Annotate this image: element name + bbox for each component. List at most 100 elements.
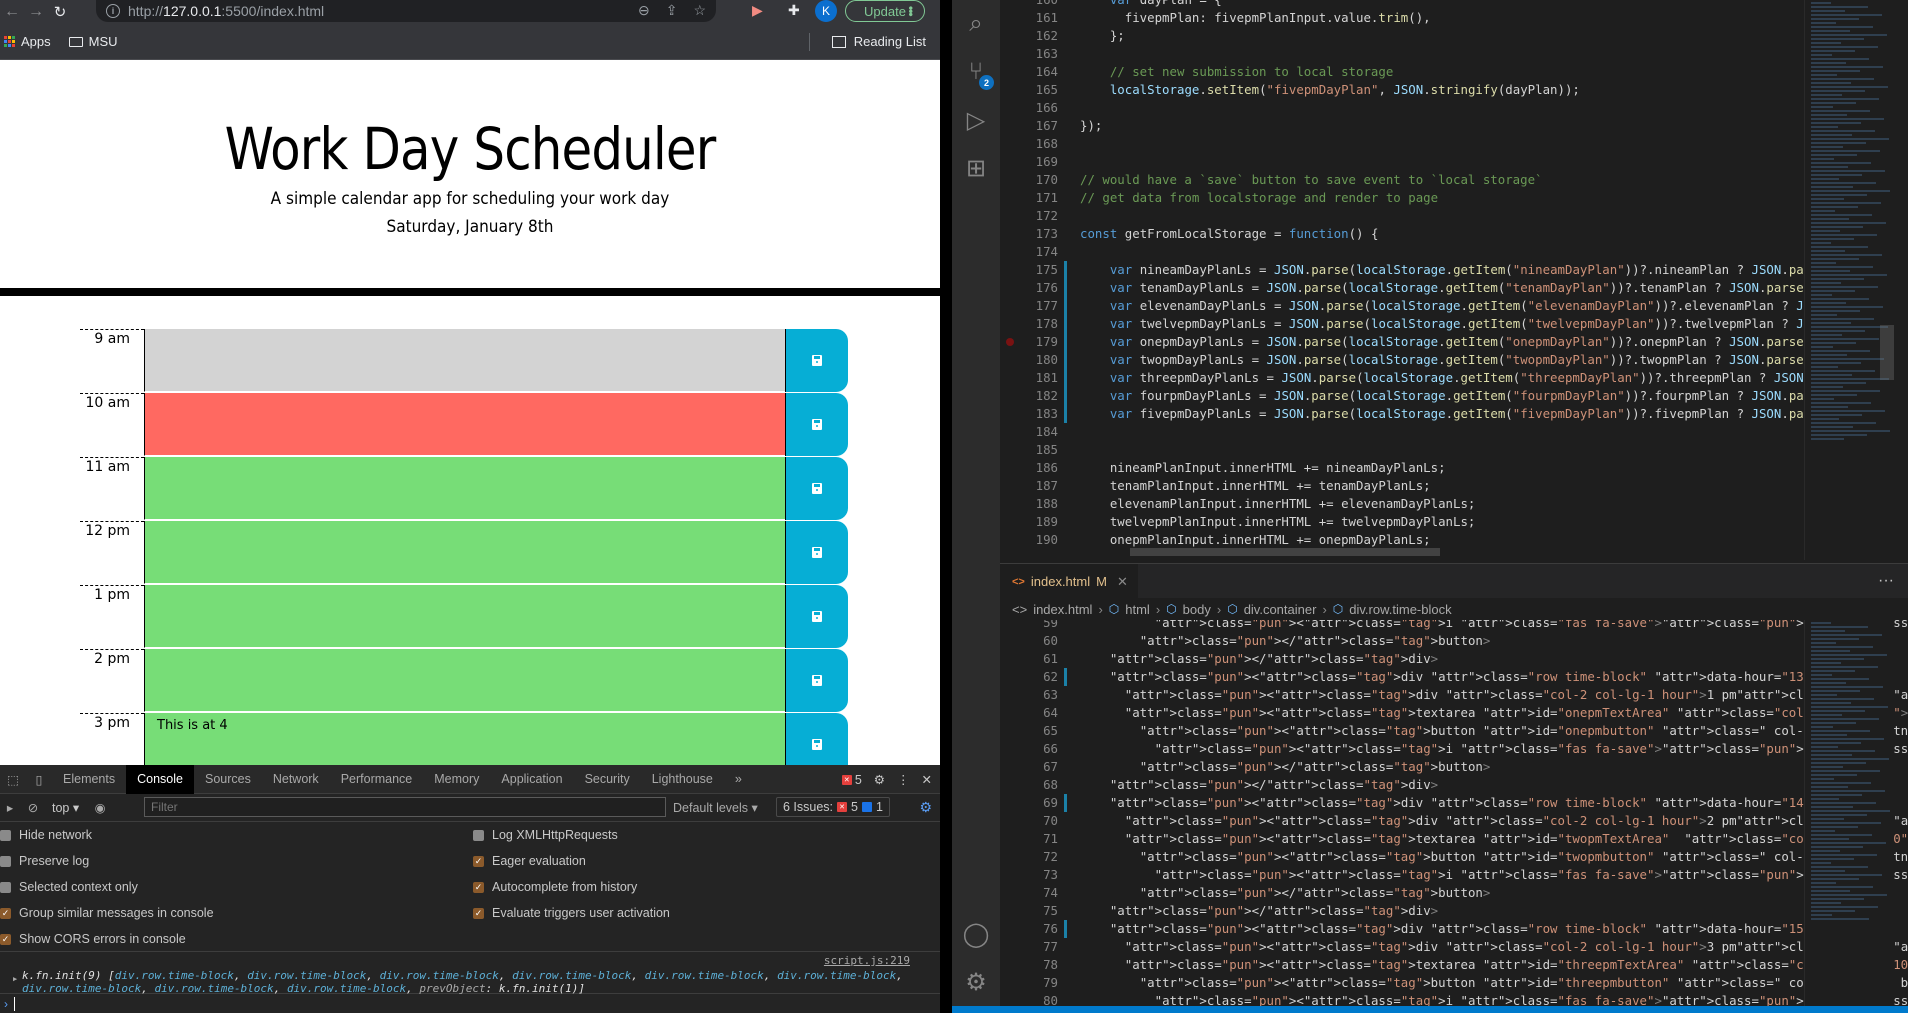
device-toolbar-icon[interactable]: ▯ <box>26 765 52 794</box>
code-line[interactable]: 162 }; <box>1000 27 1900 45</box>
breadcrumb-item[interactable]: index.html <box>1033 602 1092 617</box>
save-button[interactable] <box>785 329 848 392</box>
reading-list-button[interactable]: Reading List <box>831 34 926 49</box>
breadcrumb-item[interactable]: html <box>1125 602 1150 617</box>
setting-preserve-log[interactable]: Preserve log <box>0 854 89 868</box>
time-block-textarea[interactable] <box>144 585 785 648</box>
reload-button[interactable]: ↻ <box>48 0 72 24</box>
minimap-slider[interactable] <box>1880 325 1894 380</box>
code-line[interactable]: 167}); <box>1000 117 1900 135</box>
setting-group-similar-messages-in-console[interactable]: ✓ Group similar messages in console <box>0 906 214 920</box>
code-line[interactable]: 173 const getFromLocalStorage = function(… <box>1000 225 1900 243</box>
code-line[interactable]: 166 <box>1000 99 1900 117</box>
code-line[interactable]: 188 elevenamPlanInput.innerHTML += eleve… <box>1000 495 1900 513</box>
editor-script-js[interactable]: 160 var dayPlan = {161 fivepmPlan: fivep… <box>1000 0 1908 560</box>
run-debug-icon[interactable]: ▷ <box>952 96 1000 144</box>
code-line[interactable]: 170 // would have a `save` button to save… <box>1000 171 1900 189</box>
zoom-out-icon[interactable]: ⊖ <box>638 2 650 19</box>
code-line[interactable]: 71 "attr">class="pun"><"attr">class="tag… <box>1000 830 1908 848</box>
forward-button[interactable]: → <box>24 0 48 24</box>
code-line[interactable]: 175 var nineamDayPlanLs = JSON.parse(loc… <box>1000 261 1900 279</box>
code-line[interactable]: 66 "attr">class="pun"><"attr">class="tag… <box>1000 740 1908 758</box>
bookmark-msu[interactable]: MSU <box>68 34 118 49</box>
tab-elements[interactable]: Elements <box>52 765 126 794</box>
code-line[interactable]: 80 "attr">class="pun"><"attr">class="tag… <box>1000 992 1908 1006</box>
checkbox[interactable]: ✓ <box>473 907 484 919</box>
sidebar-toggle-icon[interactable]: ▸ <box>0 793 20 822</box>
manage-gear-icon[interactable]: ⚙ <box>952 958 1000 1006</box>
code-line[interactable]: 79 "attr">class="pun"><"attr">class="tag… <box>1000 974 1908 992</box>
accounts-icon[interactable]: ◯ <box>952 910 1000 958</box>
editor-index-html[interactable]: 59 "attr">class="pun"><"attr">class="tag… <box>1000 620 1908 1006</box>
time-block-textarea[interactable] <box>144 329 785 392</box>
setting-evaluate-triggers-user-activation[interactable]: ✓ Evaluate triggers user activation <box>473 906 670 920</box>
checkbox[interactable] <box>473 829 484 841</box>
tab-application[interactable]: Application <box>490 765 573 794</box>
tab-console[interactable]: Console <box>126 764 194 794</box>
code-line[interactable]: 163 <box>1000 45 1900 63</box>
code-line[interactable]: 70 "attr">class="pun"><"attr">class="tag… <box>1000 812 1908 830</box>
extensions-puzzle-icon[interactable]: ✚ <box>788 2 800 19</box>
source-control-icon[interactable]: ⑂ 2 <box>952 48 1000 96</box>
checkbox[interactable]: ✓ <box>0 933 11 945</box>
code-line[interactable]: 160 var dayPlan = { <box>1000 0 1900 9</box>
save-button[interactable] <box>785 393 848 456</box>
time-block-textarea[interactable] <box>144 393 785 456</box>
code-line[interactable]: 183 var fivepmDayPlanLs = JSON.parse(loc… <box>1000 405 1900 423</box>
console-element-ref[interactable]: div.row.time-block <box>22 982 141 995</box>
console-element-ref[interactable]: div.row.time-block <box>287 982 406 995</box>
console-element-ref[interactable]: div.row.time-block <box>777 969 896 982</box>
context-select[interactable]: top ▾ <box>46 800 85 815</box>
inspect-element-icon[interactable]: ⬚ <box>0 765 26 794</box>
error-count-badge[interactable]: ✕ 5 <box>841 773 862 787</box>
code-line[interactable]: 62 "attr">class="pun"><"attr">class="tag… <box>1000 668 1900 686</box>
close-tab-icon[interactable]: ✕ <box>1117 574 1128 590</box>
console-element-ref[interactable]: div.row.time-block <box>645 969 764 982</box>
code-line[interactable]: 69 "attr">class="pun"><"attr">class="tag… <box>1000 794 1900 812</box>
extensions-icon[interactable]: ⊞ <box>952 144 1000 192</box>
tab-performance[interactable]: Performance <box>330 765 424 794</box>
console-element-ref[interactable]: div.row.time-block <box>154 982 273 995</box>
tab-sources[interactable]: Sources <box>194 765 262 794</box>
console-filter-input[interactable] <box>144 797 666 817</box>
console-prompt[interactable]: › <box>0 994 940 1013</box>
time-block-textarea[interactable] <box>144 713 785 765</box>
checkbox[interactable]: ✓ <box>473 855 484 867</box>
issues-button[interactable]: 6 Issues: ✕ 5 1 <box>776 797 890 817</box>
setting-eager-evaluation[interactable]: ✓ Eager evaluation <box>473 854 586 868</box>
code-line[interactable]: 67 "attr">class="pun"></"attr">class="ta… <box>1000 758 1900 776</box>
update-button[interactable]: Update ••• <box>845 0 925 22</box>
code-line[interactable]: 190 onepmPlanInput.innerHTML += onepmDay… <box>1000 531 1900 549</box>
code-line[interactable]: 73 "attr">class="pun"><"attr">class="tag… <box>1000 866 1908 884</box>
code-line[interactable]: 189 twelvepmPlanInput.innerHTML += twelv… <box>1000 513 1900 531</box>
code-line[interactable]: 59 "attr">class="pun"><"attr">class="tag… <box>1000 620 1908 632</box>
code-line[interactable]: 169 <box>1000 153 1900 171</box>
save-button[interactable] <box>785 649 848 712</box>
code-line[interactable]: 77 "attr">class="pun"><"attr">class="tag… <box>1000 938 1908 956</box>
breadcrumb-item[interactable]: body <box>1183 602 1211 617</box>
code-line[interactable]: 164 // set new submission to local stora… <box>1000 63 1900 81</box>
code-line[interactable]: 65 "attr">class="pun"><"attr">class="tag… <box>1000 722 1908 740</box>
code-line[interactable]: 176 var tenamDayPlanLs = JSON.parse(loca… <box>1000 279 1900 297</box>
setting-selected-context-only[interactable]: Selected context only <box>0 880 138 894</box>
extension-record-icon[interactable]: ▶ <box>752 2 763 19</box>
window-split-divider[interactable] <box>940 0 952 1013</box>
time-block-textarea[interactable] <box>144 457 785 520</box>
menu-kebab-icon[interactable]: ••• <box>904 6 918 16</box>
save-button[interactable] <box>785 713 848 765</box>
clear-console-icon[interactable]: ⊘ <box>20 793 46 822</box>
time-block-textarea[interactable] <box>144 649 785 712</box>
bookmark-star-icon[interactable]: ☆ <box>693 2 706 19</box>
site-info-icon[interactable]: i <box>106 4 120 18</box>
code-line[interactable]: 177 var elevenamDayPlanLs = JSON.parse(l… <box>1000 297 1900 315</box>
back-button[interactable]: ← <box>0 0 24 24</box>
expand-triangle-icon[interactable]: ▶ <box>13 973 17 986</box>
checkbox[interactable] <box>0 881 11 893</box>
tab-network[interactable]: Network <box>262 765 330 794</box>
bookmark-apps[interactable]: Apps <box>4 34 51 49</box>
setting-hide-network[interactable]: Hide network <box>0 828 92 842</box>
tab-security[interactable]: Security <box>574 765 641 794</box>
code-line[interactable]: 75 "attr">class="pun"></"attr">class="ta… <box>1000 902 1900 920</box>
code-line[interactable]: 187 tenamPlanInput.innerHTML += tenamDay… <box>1000 477 1900 495</box>
save-button[interactable] <box>785 585 848 648</box>
